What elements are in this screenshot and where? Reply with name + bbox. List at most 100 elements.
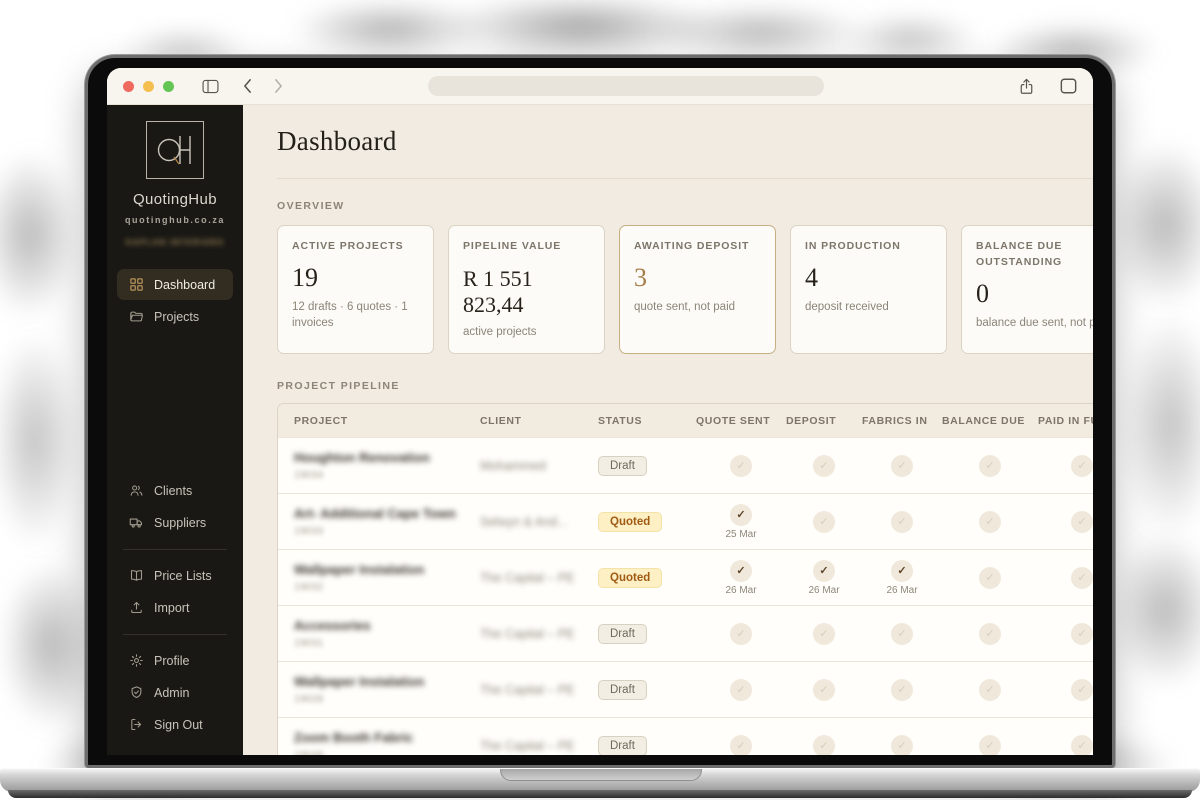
check-cell: ✓ — [696, 678, 786, 701]
check-icon: ✓ — [1071, 734, 1093, 755]
status-badge: Quoted — [598, 511, 663, 532]
check-icon: ✓ — [891, 510, 913, 533]
sidebar-item[interactable]: Suppliers — [117, 507, 233, 538]
new-tab-icon[interactable] — [1060, 78, 1077, 94]
check-icon: ✓ — [813, 734, 835, 755]
back-button[interactable] — [243, 79, 252, 93]
stat-card-label: ACTIVE PROJECTS — [292, 240, 404, 252]
project-name: Art- Additional Cape Town — [294, 506, 456, 522]
background-blob — [1110, 140, 1200, 310]
check-cell: ✓ — [786, 510, 862, 533]
check-icon: ✓ — [730, 734, 752, 755]
sidebar-item[interactable]: Projects — [117, 301, 233, 332]
laptop-base — [0, 768, 1200, 792]
client-name: The Capital – PE — [480, 626, 575, 641]
sidebar-item-label: Projects — [154, 309, 200, 324]
check-date: 26 Mar — [886, 584, 918, 596]
sidebar-item[interactable]: Profile — [117, 645, 233, 676]
check-cell: ✓ — [696, 622, 786, 645]
check-cell: ✓ — [1038, 566, 1093, 589]
stat-card-value: 3 — [634, 262, 647, 292]
sidebar: QuotingHub quotinghub.co.za KAPLAN INTER… — [107, 105, 243, 755]
check-icon: ✓ — [730, 678, 752, 701]
check-cell: ✓ — [696, 454, 786, 477]
check-cell: ✓ — [1038, 454, 1093, 477]
check-icon: ✓ — [1071, 566, 1093, 589]
column-header: FABRICS IN — [862, 414, 928, 427]
suppliers-icon — [128, 515, 144, 531]
check-cell: ✓ 25 Mar — [696, 503, 786, 540]
workspace-badge: KAPLAN INTERIORS — [125, 238, 225, 247]
check-icon: ✓ — [979, 510, 1001, 533]
quotinghub-logo — [146, 121, 204, 179]
client-name: The Capital – PE — [480, 570, 575, 585]
check-date: 26 Mar — [808, 584, 840, 596]
minimize-window-button[interactable] — [143, 80, 154, 92]
sidebar-item-label: Profile — [154, 653, 190, 668]
stat-card-subtext: deposit received — [805, 300, 889, 313]
sidebar-divider — [123, 634, 227, 635]
check-icon: ✓ — [730, 622, 752, 645]
check-icon: ✓ — [1071, 622, 1093, 645]
stat-card-label: AWAITING DEPOSIT — [634, 240, 750, 252]
overview-section-label: OVERVIEW — [277, 200, 345, 212]
forward-button[interactable] — [274, 79, 283, 93]
laptop-base-shadow — [8, 790, 1192, 798]
check-cell: ✓ — [862, 510, 942, 533]
project-id: 19033 — [294, 525, 324, 538]
table-row[interactable]: Wallpaper Instalation 19032 The Capital … — [278, 549, 1093, 606]
check-icon: ✓ — [979, 566, 1001, 589]
check-icon: ✓ — [813, 559, 835, 582]
stat-card-label: IN PRODUCTION — [805, 240, 901, 252]
check-icon: ✓ — [813, 510, 835, 533]
check-icon: ✓ — [891, 622, 913, 645]
close-window-button[interactable] — [123, 80, 134, 92]
check-icon: ✓ — [979, 454, 1001, 477]
check-icon: ✓ — [813, 622, 835, 645]
sidebar-item[interactable]: Sign Out — [117, 709, 233, 740]
check-cell: ✓ — [942, 566, 1038, 589]
table-row[interactable]: Wallpaper Instalation 19028 The Capital … — [278, 661, 1093, 718]
check-cell: ✓ — [942, 454, 1038, 477]
check-icon: ✓ — [730, 559, 752, 582]
check-icon: ✓ — [1071, 454, 1093, 477]
check-cell: ✓ — [696, 734, 786, 755]
sidebar-item-label: Price Lists — [154, 568, 212, 583]
column-header: QUOTE SENT — [696, 414, 771, 427]
sidebar-item[interactable]: Dashboard — [117, 269, 233, 300]
sidebar-item-label: Admin — [154, 685, 190, 700]
sidebar-item[interactable]: Import — [117, 592, 233, 623]
stat-card: AWAITING DEPOSIT 3 quote sent, not paid — [619, 225, 776, 355]
project-name: Wallpaper Instalation — [294, 674, 425, 690]
project-id: 19048 — [294, 749, 480, 755]
stat-cards-row: ACTIVE PROJECTS 19 12 drafts · 6 quotes … — [277, 225, 1093, 355]
sidebar-item[interactable]: Admin — [117, 677, 233, 708]
project-id: 19031 — [294, 637, 324, 650]
status-badge: Draft — [598, 623, 647, 644]
check-cell: ✓ — [942, 510, 1038, 533]
check-icon: ✓ — [979, 678, 1001, 701]
table-header-row: PROJECT CLIENT STATUS QUOTE SENT DEPOSIT FABR… — [278, 404, 1093, 438]
sidebar-item[interactable]: Price Lists — [117, 560, 233, 591]
sidebar-toggle-icon[interactable] — [202, 79, 219, 94]
share-icon[interactable] — [1019, 78, 1034, 95]
check-cell: ✓ — [786, 454, 862, 477]
check-icon: ✓ — [1071, 510, 1093, 533]
sidebar-item[interactable]: Clients — [117, 475, 233, 506]
table-row[interactable]: Houghton Renovation 19034 Mohammed Draft… — [278, 437, 1093, 494]
table-row[interactable]: Zoom Booth Fabric 19048 The Capital – PE… — [278, 717, 1093, 755]
check-cell: ✓ — [786, 622, 862, 645]
table-row[interactable]: Accessories 19031 The Capital – PE Draft… — [278, 605, 1093, 662]
zoom-window-button[interactable] — [163, 80, 174, 92]
import-icon — [128, 600, 144, 616]
check-icon: ✓ — [979, 622, 1001, 645]
check-cell: ✓ — [1038, 622, 1093, 645]
check-cell: ✓ — [862, 678, 942, 701]
address-bar[interactable] — [428, 76, 824, 96]
check-date: 25 Mar — [725, 528, 757, 540]
client-name: The Capital – PE — [480, 682, 575, 697]
sidebar-nav-tools: Price Lists Import — [107, 560, 243, 624]
table-row[interactable]: Art- Additional Cape Town 19033 Selwyn &… — [278, 493, 1093, 550]
background-blob — [0, 150, 80, 320]
check-icon: ✓ — [730, 454, 752, 477]
